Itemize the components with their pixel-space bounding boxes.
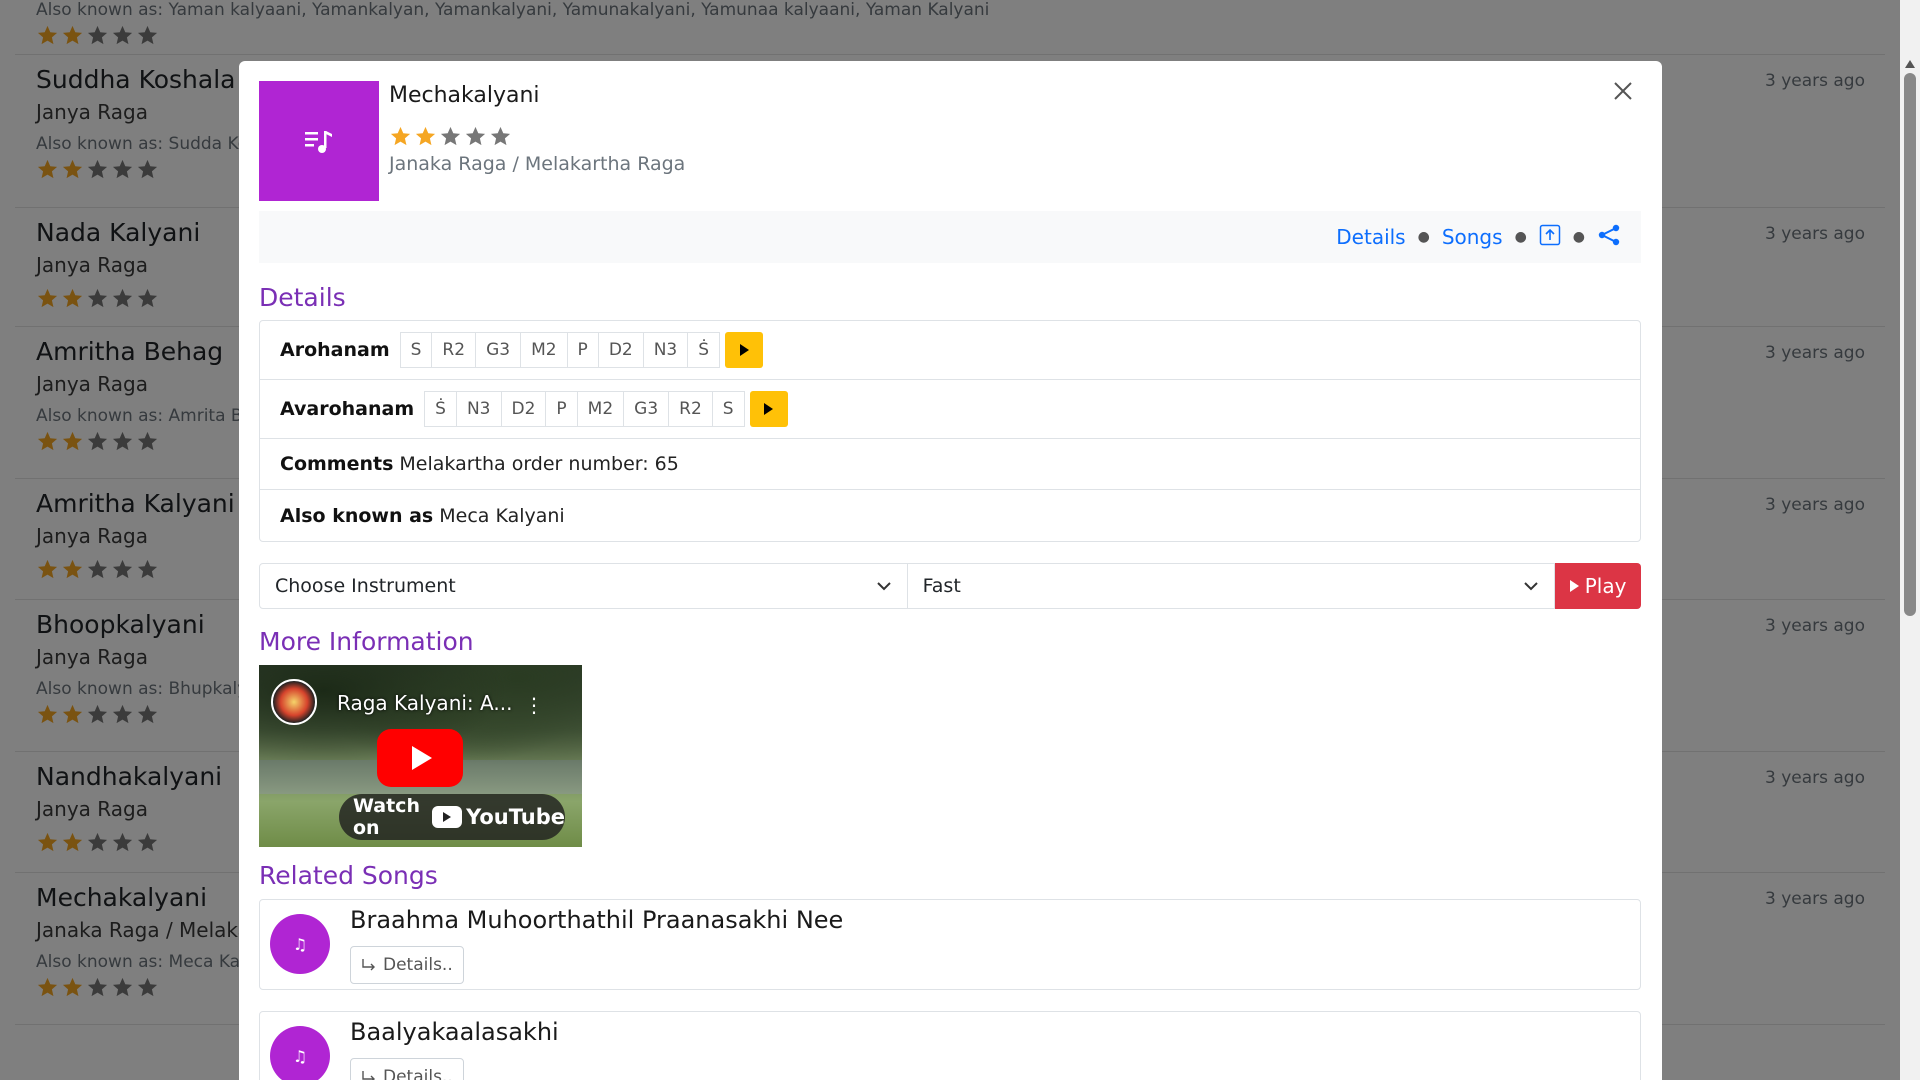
instrument-select[interactable]: Choose Instrument <box>259 563 908 609</box>
swara-note: P <box>566 332 599 368</box>
upload-icon[interactable] <box>1539 224 1561 250</box>
star-empty-icon <box>465 126 486 146</box>
star-empty-icon <box>490 126 511 146</box>
song-details-label: Details.. <box>383 1067 453 1080</box>
swara-note: D2 <box>597 332 644 368</box>
play-icon <box>1569 580 1579 592</box>
youtube-logo: YouTube <box>432 805 565 829</box>
aka-row: Also known as Meca Kalyani <box>260 490 1640 541</box>
share-icon[interactable] <box>1597 223 1621 251</box>
scroll-up-arrow-icon[interactable] <box>1905 60 1915 68</box>
comments-row: Comments Melakartha order number: 65 <box>260 439 1640 490</box>
play-label: Play <box>1584 574 1627 598</box>
comments-value: Melakartha order number: 65 <box>399 453 679 475</box>
modal-link-bar: Details ● Songs ● ● <box>259 211 1641 263</box>
swara-note: Ṡ <box>424 391 457 427</box>
separator-dot: ● <box>1417 229 1430 245</box>
swara-note: S <box>399 332 433 368</box>
scroll-thumb[interactable] <box>1904 73 1916 616</box>
related-songs-heading: Related Songs <box>259 861 438 890</box>
songs-link[interactable]: Songs <box>1442 225 1503 249</box>
song-details-button[interactable]: Details.. <box>350 1058 464 1080</box>
song-details-button[interactable]: Details.. <box>350 946 464 984</box>
video-title[interactable]: Raga Kalyani: A... <box>337 691 512 715</box>
youtube-play-icon[interactable] <box>377 729 463 787</box>
separator-dot: ● <box>1514 229 1527 245</box>
music-note-icon: ♫ <box>270 914 330 974</box>
watch-on-youtube-button[interactable]: Watch on YouTube <box>339 794 565 840</box>
song-card: ♫ Baalyakaalasakhi Details.. <box>259 1011 1641 1080</box>
song-title: Baalyakaalasakhi <box>350 1018 559 1046</box>
star-filled-icon <box>390 126 411 146</box>
close-button[interactable] <box>1609 77 1637 105</box>
chevron-down-icon <box>1524 582 1538 591</box>
player-controls: Choose Instrument Fast Play <box>259 563 1641 609</box>
arohanam-row: Arohanam S R2 G3 M2 P D2 N3 Ṡ <box>260 321 1640 380</box>
raga-modal: Mechakalyani Janaka Raga / Melakartha Ra… <box>239 61 1662 1080</box>
youtube-mini-icon <box>432 806 463 828</box>
channel-logo[interactable] <box>271 679 317 725</box>
swara-note: M2 <box>576 391 625 427</box>
aka-value: Meca Kalyani <box>439 504 565 527</box>
raga-type: Janaka Raga / Melakartha Raga <box>389 153 686 175</box>
swara-note: G3 <box>475 332 522 368</box>
comments-label: Comments <box>280 453 394 475</box>
raga-title: Mechakalyani <box>389 83 540 108</box>
aka-label: Also known as <box>280 504 434 527</box>
star-empty-icon <box>440 126 461 146</box>
music-note-icon: ♫ <box>270 1026 330 1080</box>
song-title: Braahma Muhoorthathil Praanasakhi Nee <box>350 906 844 934</box>
watch-on-label: Watch on <box>353 795 420 839</box>
rating-stars <box>389 125 512 148</box>
page-scrollbar[interactable] <box>1900 0 1920 1080</box>
speed-select-value: Fast <box>922 575 961 597</box>
details-link[interactable]: Details <box>1336 225 1405 249</box>
arohanam-swaras: S R2 G3 M2 P D2 N3 Ṡ <box>399 332 721 368</box>
instrument-select-value: Choose Instrument <box>275 575 456 597</box>
swara-note: N3 <box>455 391 502 427</box>
youtube-brand: YouTube <box>466 805 565 829</box>
star-filled-icon <box>415 126 436 146</box>
separator-dot: ● <box>1572 229 1585 245</box>
details-table: Arohanam S R2 G3 M2 P D2 N3 Ṡ Avarohanam Ṡ N3 D2 P… <box>259 320 1641 542</box>
avarohanam-label: Avarohanam <box>280 398 415 420</box>
song-details-label: Details.. <box>383 955 453 975</box>
speed-select[interactable]: Fast <box>906 563 1556 609</box>
more-info-heading: More Information <box>259 627 474 656</box>
chevron-down-icon <box>876 582 891 591</box>
avarohanam-play-button[interactable] <box>749 391 788 427</box>
swara-note: R2 <box>668 391 713 427</box>
swara-note: P <box>545 391 578 427</box>
music-list-icon <box>259 81 379 201</box>
avarohanam-swaras: Ṡ N3 D2 P M2 G3 R2 S <box>424 391 745 427</box>
swara-note: R2 <box>431 332 477 368</box>
swara-note: S <box>711 391 745 427</box>
swara-note: Ṡ <box>687 332 721 368</box>
avarohanam-row: Avarohanam Ṡ N3 D2 P M2 G3 R2 S <box>260 380 1640 439</box>
arrow-return-right-icon <box>362 1071 375 1080</box>
swara-note: G3 <box>623 391 670 427</box>
arrow-return-right-icon <box>362 959 375 971</box>
modal-header: Mechakalyani Janaka Raga / Melakartha Ra… <box>259 81 1641 201</box>
arohanam-play-button[interactable] <box>725 332 764 368</box>
swara-note: D2 <box>500 391 547 427</box>
swara-note: M2 <box>520 332 568 368</box>
more-vert-icon[interactable]: ⋮ <box>524 693 544 717</box>
song-card: ♫ Braahma Muhoorthathil Praanasakhi Nee … <box>259 899 1641 990</box>
close-icon <box>1614 82 1632 100</box>
swara-note: N3 <box>642 332 689 368</box>
youtube-embed[interactable]: Raga Kalyani: A... ⋮ Watch on YouTube <box>259 665 582 847</box>
details-heading: Details <box>259 283 346 312</box>
play-button[interactable]: Play <box>1555 563 1641 609</box>
arohanam-label: Arohanam <box>280 339 390 361</box>
